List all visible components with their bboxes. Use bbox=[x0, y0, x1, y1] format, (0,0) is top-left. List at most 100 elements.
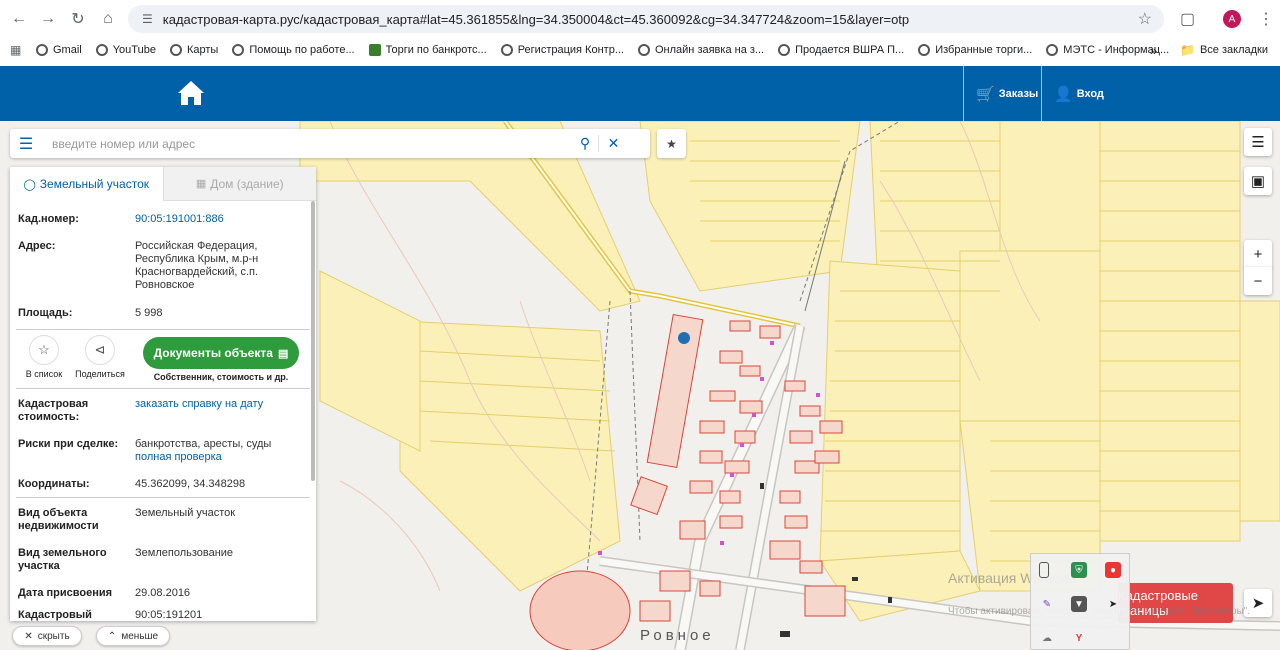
layers-button[interactable]: ☰ bbox=[1244, 128, 1272, 156]
bookmark-item[interactable]: Торги по банкротс... bbox=[368, 44, 487, 56]
cloud-icon[interactable]: ☁ bbox=[1039, 630, 1055, 646]
hide-panel-button[interactable]: ✕ скрыть bbox=[12, 626, 82, 646]
bookmark-item[interactable]: Онлайн заявка на з... bbox=[638, 44, 764, 56]
more-bookmarks-button[interactable]: » bbox=[1150, 43, 1157, 58]
tab-land-plot[interactable]: ◯ Земельный участок bbox=[10, 167, 163, 201]
globe-icon bbox=[232, 44, 245, 56]
app-icon[interactable]: ▼ bbox=[1071, 596, 1087, 612]
all-bookmarks-button[interactable]: 📁 Все закладки bbox=[1180, 43, 1268, 57]
extensions-icon[interactable]: ▢ bbox=[1180, 9, 1195, 29]
object-documents-label: Документы объекта bbox=[153, 346, 273, 360]
search-icon[interactable]: ⚲ bbox=[572, 135, 598, 152]
object-type-row: Вид объекта недвижимости Земельный участ… bbox=[18, 507, 305, 547]
tab-house[interactable]: ▦ Дом (здание) bbox=[162, 167, 316, 201]
apps-icon[interactable]: ▦ bbox=[10, 43, 22, 57]
risks-value: банкротства, аресты, суды bbox=[135, 438, 272, 450]
profile-avatar[interactable]: A bbox=[1223, 10, 1241, 28]
less-button[interactable]: ⌃ меньше bbox=[96, 626, 170, 646]
tab-house-label: Дом (здание) bbox=[210, 176, 284, 191]
hamburger-menu-icon[interactable]: ☰ bbox=[10, 134, 42, 154]
yandex-icon[interactable]: Y bbox=[1071, 630, 1087, 646]
info-rows-top: Кад.номер: 90:05:191001:886 Адрес: Росси… bbox=[10, 213, 315, 323]
orders-button[interactable]: 🛒 Заказы bbox=[963, 66, 1041, 121]
search-input[interactable] bbox=[42, 130, 572, 157]
favorites-star-button[interactable]: ★ bbox=[657, 129, 686, 158]
cad-quarter-row: Кадастровый 90:05:191201 bbox=[18, 609, 305, 621]
add-to-list-label: В список bbox=[25, 369, 63, 379]
more-menu-icon[interactable]: ⋮ bbox=[1258, 9, 1274, 29]
bookmark-item[interactable]: Избранные торги... bbox=[918, 44, 1032, 56]
globe-icon bbox=[169, 44, 182, 56]
share-label: Поделиться bbox=[75, 369, 125, 379]
system-tray-popup: ⛨ ● ✎ ▼ ➤ ☁ Y bbox=[1030, 553, 1130, 650]
area-row: Площадь: 5 998 bbox=[18, 307, 305, 323]
address-label: Адрес: bbox=[18, 240, 56, 252]
clear-icon[interactable]: ✕ bbox=[598, 135, 628, 152]
tab-land-label: Земельный участок bbox=[39, 177, 149, 191]
bookmarks-bar: ▦ Gmail YouTube Карты Помощь по работе..… bbox=[0, 38, 1280, 62]
order-certificate-link[interactable]: заказать справку на дату bbox=[135, 398, 305, 438]
search-bar: ☰ ⚲ ✕ bbox=[10, 129, 650, 158]
divider bbox=[16, 388, 310, 389]
cad-quarter-label: Кадастровый bbox=[18, 609, 92, 621]
full-check-link[interactable]: полная проверка bbox=[135, 451, 222, 463]
coords-label: Координаты: bbox=[18, 478, 90, 490]
cadastral-borders-button[interactable]: Кадастровые границы bbox=[1118, 583, 1233, 623]
zoom-in-button[interactable]: + bbox=[1244, 240, 1272, 268]
documents-subtitle: Собственник, стоимость и др. bbox=[153, 372, 289, 382]
cad-quarter-value: 90:05:191201 bbox=[135, 609, 203, 621]
folder-icon: 📁 bbox=[1180, 43, 1195, 57]
address-bar[interactable]: ☰ кадастровая-карта.рус/кадастровая_карт… bbox=[128, 5, 1164, 33]
user-icon: 👤 bbox=[1054, 85, 1073, 103]
home-icon[interactable] bbox=[176, 78, 206, 108]
bookmark-label: Торги по банкротс... bbox=[385, 44, 487, 56]
zoom-out-button[interactable]: − bbox=[1244, 267, 1272, 295]
bookmark-item[interactable]: YouTube bbox=[95, 44, 156, 56]
shield-icon[interactable]: ⛨ bbox=[1071, 562, 1087, 578]
cad-number-value[interactable]: 90:05:191001:886 bbox=[135, 213, 305, 240]
plus-icon: + bbox=[1253, 245, 1263, 263]
cad-number-row: Кад.номер: 90:05:191001:886 bbox=[18, 213, 305, 240]
login-button[interactable]: 👤 Вход bbox=[1041, 66, 1121, 121]
site-header: 🛒 Заказы 👤 Вход bbox=[0, 66, 1280, 121]
risks-row: Риски при сделке: банкротства, аресты, с… bbox=[18, 438, 305, 478]
globe-icon bbox=[638, 44, 650, 56]
telegram-icon[interactable]: ➤ bbox=[1105, 596, 1121, 612]
site-info-icon[interactable]: ☰ bbox=[142, 12, 153, 26]
location-arrow-icon: ➤ bbox=[1251, 595, 1265, 612]
back-icon[interactable]: ← bbox=[4, 4, 34, 34]
bookmark-item[interactable]: Продается ВШРА П... bbox=[778, 44, 904, 56]
pin-icon: ◯ bbox=[23, 178, 36, 191]
less-label: меньше bbox=[121, 630, 159, 642]
globe-icon bbox=[1046, 44, 1059, 56]
globe-icon bbox=[500, 44, 513, 56]
bookmark-star-icon[interactable]: ☆ bbox=[1138, 9, 1152, 29]
land-type-label: Вид земельного участка bbox=[18, 547, 107, 572]
bookmark-label: Избранные торги... bbox=[935, 44, 1033, 56]
cad-number-label: Кад.номер: bbox=[18, 213, 79, 225]
building-icon: ▦ bbox=[195, 178, 207, 190]
ruler-button[interactable]: ▣ bbox=[1244, 167, 1272, 195]
record-icon[interactable]: ● bbox=[1105, 562, 1121, 578]
cad-cost-label: Кадастровая стоимость: bbox=[18, 398, 89, 423]
object-info-panel: ◯ Земельный участок ▦ Дом (здание) Кад.н… bbox=[10, 167, 316, 621]
login-label: Вход bbox=[1076, 87, 1104, 100]
bookmark-item[interactable]: Помощь по работе... bbox=[232, 44, 355, 56]
divider bbox=[16, 329, 310, 330]
bookmark-label: Gmail bbox=[53, 44, 82, 56]
share-button[interactable]: ⊲ Поделиться bbox=[72, 335, 128, 379]
globe-icon bbox=[778, 44, 791, 56]
all-bookmarks-label: Все закладки bbox=[1199, 44, 1268, 56]
bookmark-item[interactable]: Регистрация Контр... bbox=[500, 44, 624, 56]
add-to-list-button[interactable]: ☆ В список bbox=[20, 335, 68, 379]
usb-icon[interactable] bbox=[1039, 562, 1049, 578]
bookmark-item[interactable]: Gmail bbox=[36, 44, 82, 56]
cad-cost-row: Кадастровая стоимость: заказать справку … bbox=[18, 398, 305, 438]
info-rows-bottom: Вид объекта недвижимости Земельный участ… bbox=[10, 507, 315, 621]
pen-icon[interactable]: ✎ bbox=[1039, 596, 1055, 612]
reload-icon[interactable]: ↻ bbox=[63, 4, 93, 34]
object-documents-button[interactable]: Документы объекта ▤ bbox=[143, 337, 299, 369]
bookmark-item[interactable]: Карты bbox=[169, 44, 218, 56]
forward-icon[interactable]: → bbox=[33, 4, 63, 34]
home-browser-icon[interactable]: ⌂ bbox=[93, 4, 123, 34]
